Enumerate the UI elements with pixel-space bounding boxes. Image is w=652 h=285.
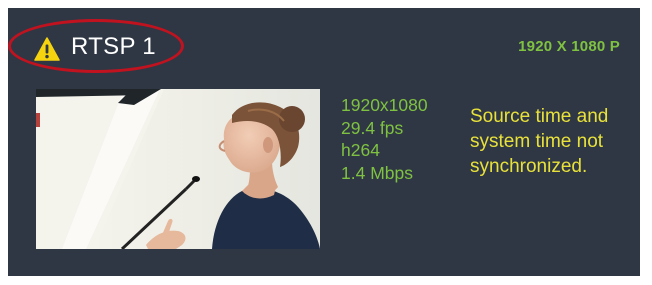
sync-warning-message: Source time and system time not synchron… bbox=[470, 106, 609, 177]
resolution-badge: 1920 X 1080 P bbox=[518, 38, 620, 55]
screenshot-frame: RTSP 1 1920 X 1080 P 1920x1080 29.4 fps … bbox=[0, 0, 652, 285]
stat-codec: h264 bbox=[341, 140, 380, 160]
stat-bitrate: 1.4 Mbps bbox=[341, 162, 413, 183]
highlight-ellipse bbox=[8, 19, 184, 73]
stat-framerate: 29.4 fps bbox=[341, 117, 404, 138]
stream-stats: 1920x1080 29.4 fps h264 1.4 Mbps bbox=[341, 94, 428, 184]
video-thumbnail[interactable] bbox=[36, 89, 320, 249]
stat-resolution: 1920x1080 bbox=[341, 95, 428, 115]
thumbnail-image bbox=[36, 89, 320, 249]
